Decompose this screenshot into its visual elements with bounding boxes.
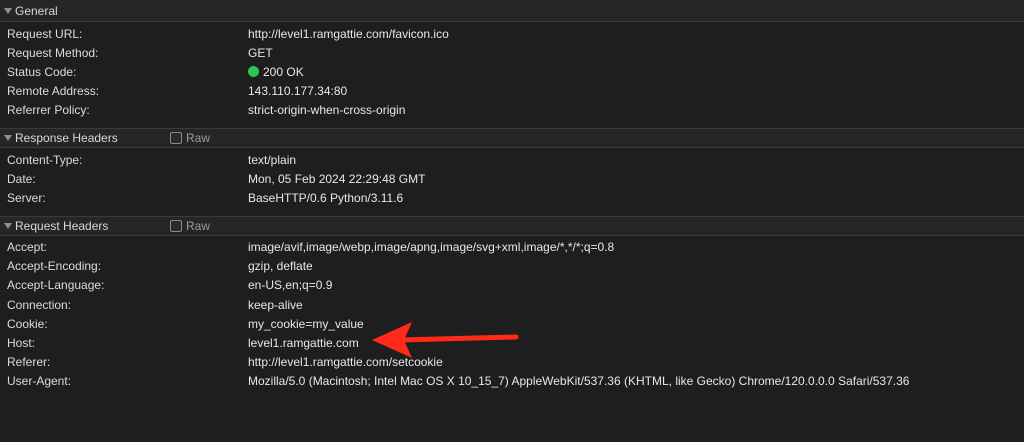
row-key: Connection: xyxy=(7,297,72,312)
status-text: 200 OK xyxy=(263,64,304,79)
request-header-row: Accept: image/avif,image/webp,image/apng… xyxy=(0,238,1024,257)
row-key: Accept-Language: xyxy=(7,278,105,293)
raw-checkbox[interactable] xyxy=(170,131,182,144)
row-key: Accept: xyxy=(7,240,48,255)
disclosure-triangle-icon[interactable] xyxy=(4,7,12,14)
request-header-row: Accept-Language: en-US,en;q=0.9 xyxy=(0,276,1024,295)
row-value: Mozilla/5.0 (Macintosh; Intel Mac OS X 1… xyxy=(248,374,910,389)
request-headers-section-header[interactable]: Request Headers Raw xyxy=(0,215,1024,236)
response-headers-title: Response Headers xyxy=(15,130,118,145)
row-value: level1.ramgattie.com xyxy=(248,336,359,351)
general-row: Request URL: http://level1.ramgattie.com… xyxy=(0,24,1024,43)
general-row: Request Method: GET xyxy=(0,43,1024,62)
row-key: Accept-Encoding: xyxy=(7,259,102,274)
raw-label: Raw xyxy=(186,130,211,145)
row-key: Date: xyxy=(7,171,36,186)
request-header-row: Connection: keep-alive xyxy=(0,295,1024,314)
request-raw-toggle[interactable]: Raw xyxy=(170,217,210,235)
general-section-title: General xyxy=(15,3,58,18)
row-value: BaseHTTP/0.6 Python/3.11.6 xyxy=(248,190,404,205)
response-header-row: Content-Type: text/plain xyxy=(0,150,1024,169)
response-raw-toggle[interactable]: Raw xyxy=(170,129,210,147)
request-header-row: User-Agent: Mozilla/5.0 (Macintosh; Inte… xyxy=(0,372,1024,391)
row-value: strict-origin-when-cross-origin xyxy=(248,103,406,118)
response-header-row: Date: Mon, 05 Feb 2024 22:29:48 GMT xyxy=(0,169,1024,188)
row-key: User-Agent: xyxy=(7,374,72,389)
row-value: keep-alive xyxy=(248,297,303,312)
row-key: Cookie: xyxy=(7,316,48,331)
general-row: Remote Address: 143.110.177.34:80 xyxy=(0,82,1024,101)
response-header-row: Server: BaseHTTP/0.6 Python/3.11.6 xyxy=(0,188,1024,207)
disclosure-triangle-icon[interactable] xyxy=(4,222,12,229)
raw-label: Raw xyxy=(186,218,211,233)
response-headers-section-header[interactable]: Response Headers Raw xyxy=(0,127,1024,148)
cookie-value: my_cookie=my_value xyxy=(248,316,364,331)
row-value: image/avif,image/webp,image/apng,image/s… xyxy=(248,240,615,255)
row-key: Host: xyxy=(7,336,36,351)
request-headers-title: Request Headers xyxy=(15,218,109,233)
row-key: Referer: xyxy=(7,355,51,370)
row-value: 143.110.177.34:80 xyxy=(248,84,348,99)
response-header-rows: Content-Type: text/plain Date: Mon, 05 F… xyxy=(0,148,1024,216)
disclosure-triangle-icon[interactable] xyxy=(4,134,12,141)
row-key: Server: xyxy=(7,190,46,205)
general-section-header[interactable]: General xyxy=(0,0,1024,22)
row-key: Content-Type: xyxy=(7,152,83,167)
row-value: GET xyxy=(248,45,273,60)
arrow-shaft xyxy=(397,334,519,343)
status-code-value: 200 OK xyxy=(248,65,304,79)
row-value: text/plain xyxy=(248,152,297,167)
general-row: Referrer Policy: strict-origin-when-cros… xyxy=(0,101,1024,120)
general-row: Status Code: 200 OK xyxy=(0,62,1024,81)
row-key: Referrer Policy: xyxy=(7,103,90,118)
row-key: Status Code: xyxy=(7,64,77,79)
row-value: gzip, deflate xyxy=(248,259,313,274)
row-key: Remote Address: xyxy=(7,84,100,99)
status-success-icon xyxy=(248,66,259,78)
request-header-row: Accept-Encoding: gzip, deflate xyxy=(0,257,1024,276)
general-rows: Request URL: http://level1.ramgattie.com… xyxy=(0,22,1024,128)
row-value: http://level1.ramgattie.com/favicon.ico xyxy=(248,26,449,41)
row-value: en-US,en;q=0.9 xyxy=(248,278,333,293)
red-arrow-icon xyxy=(372,322,519,358)
raw-checkbox[interactable] xyxy=(170,219,182,232)
row-key: Request Method: xyxy=(7,45,99,60)
row-value: Mon, 05 Feb 2024 22:29:48 GMT xyxy=(248,171,426,186)
row-key: Request URL: xyxy=(7,26,83,41)
